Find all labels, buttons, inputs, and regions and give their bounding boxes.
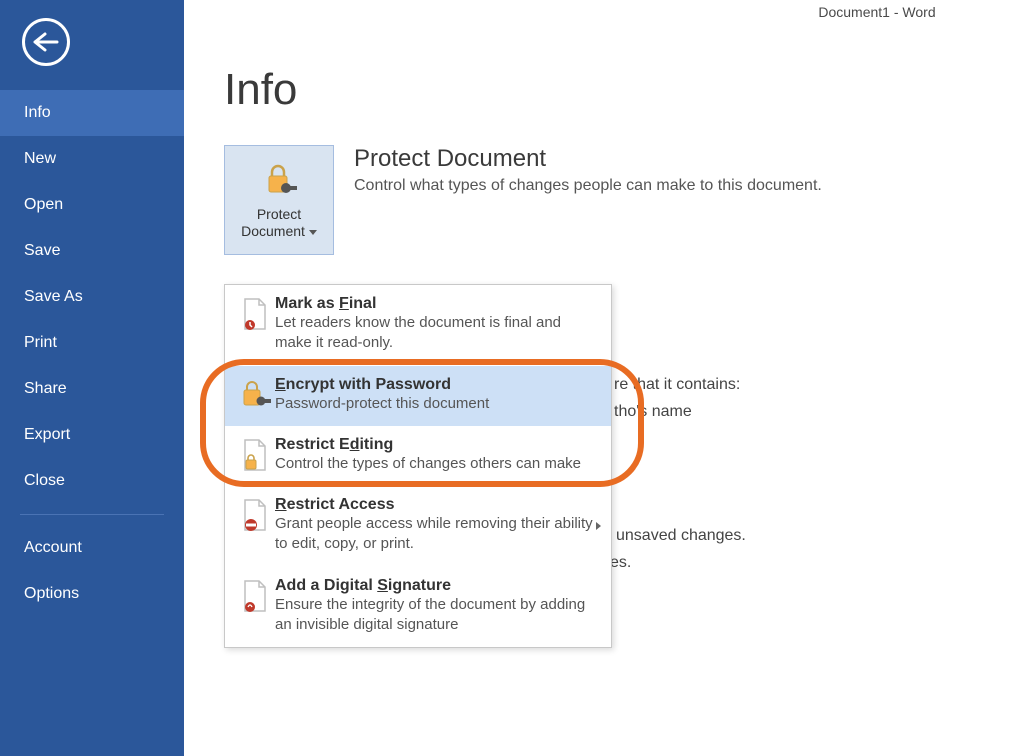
sidebar-item-label: Options	[24, 585, 79, 603]
sidebar-item-info[interactable]: Info	[0, 90, 184, 136]
menu-item-title: Restrict Access	[275, 496, 597, 514]
sidebar-item-label: Open	[24, 196, 63, 214]
protect-document-menu: Mark as Final Let readers know the docum…	[224, 284, 612, 648]
sidebar-item-label: Save As	[24, 288, 83, 306]
background-text: tho's name	[614, 399, 692, 425]
protect-document-button[interactable]: Protect Document	[224, 145, 334, 255]
lock-key-icon	[259, 160, 299, 200]
lock-key-icon	[239, 378, 273, 412]
menu-item-restrict-access[interactable]: Restrict Access Grant people access whil…	[225, 486, 611, 567]
sidebar-separator	[20, 514, 164, 515]
document-block-icon	[241, 498, 271, 534]
submenu-arrow-icon	[596, 522, 601, 530]
sidebar-item-label: New	[24, 150, 56, 168]
section-heading: Protect Document	[354, 145, 822, 173]
sidebar-item-new[interactable]: New	[0, 136, 184, 182]
sidebar-item-open[interactable]: Open	[0, 182, 184, 228]
menu-item-description: Grant people access while removing their…	[275, 514, 597, 555]
document-final-icon	[241, 297, 271, 333]
menu-item-title: Add a Digital Signature	[275, 577, 597, 595]
menu-item-add-digital-signature[interactable]: Add a Digital Signature Ensure the integ…	[225, 567, 611, 648]
sidebar-nav: Info New Open Save Save As Print Share E…	[0, 90, 184, 617]
backstage-sidebar: Info New Open Save Save As Print Share E…	[0, 0, 184, 756]
menu-item-title: Restrict Editing	[275, 436, 597, 454]
arrow-left-icon	[33, 32, 59, 52]
protect-document-section: Protect Document Protect Document Contro…	[224, 145, 1024, 255]
sidebar-item-print[interactable]: Print	[0, 320, 184, 366]
sidebar-item-label: Save	[24, 242, 60, 260]
sidebar-item-label: Info	[24, 104, 51, 122]
menu-item-title: Mark as Final	[275, 295, 597, 313]
sidebar-item-account[interactable]: Account	[0, 525, 184, 571]
menu-item-description: Ensure the integrity of the document by …	[275, 595, 597, 636]
page-title: Info	[224, 65, 1024, 115]
sidebar-item-label: Share	[24, 380, 67, 398]
protect-button-label: Document	[241, 223, 305, 239]
menu-item-description: Let readers know the document is final a…	[275, 313, 597, 354]
sidebar-item-save-as[interactable]: Save As	[0, 274, 184, 320]
sidebar-item-label: Close	[24, 472, 65, 490]
sidebar-item-options[interactable]: Options	[0, 571, 184, 617]
sidebar-item-label: Print	[24, 334, 57, 352]
document-signature-icon	[241, 579, 271, 615]
protect-button-label: Protect	[257, 206, 301, 222]
menu-item-description: Password-protect this document	[275, 394, 597, 414]
sidebar-item-save[interactable]: Save	[0, 228, 184, 274]
sidebar-item-share[interactable]: Share	[0, 366, 184, 412]
sidebar-item-label: Account	[24, 539, 82, 557]
chevron-down-icon	[309, 230, 317, 235]
window-title: Document1 - Word	[818, 4, 935, 20]
menu-item-restrict-editing[interactable]: Restrict Editing Control the types of ch…	[225, 426, 611, 486]
sidebar-item-export[interactable]: Export	[0, 412, 184, 458]
background-text: re that it contains:	[614, 372, 740, 398]
menu-item-title: Encrypt with Password	[275, 376, 597, 394]
sidebar-item-label: Export	[24, 426, 70, 444]
menu-item-mark-as-final[interactable]: Mark as Final Let readers know the docum…	[225, 285, 611, 366]
menu-item-encrypt-with-password[interactable]: Encrypt with Password Password-protect t…	[225, 366, 611, 426]
document-lock-icon	[241, 438, 271, 474]
background-text: unsaved changes.	[616, 523, 746, 549]
section-description: Control what types of changes people can…	[354, 177, 822, 195]
menu-item-description: Control the types of changes others can …	[275, 454, 597, 474]
back-button[interactable]	[22, 18, 70, 66]
sidebar-item-close[interactable]: Close	[0, 458, 184, 504]
background-text: es.	[610, 550, 631, 576]
